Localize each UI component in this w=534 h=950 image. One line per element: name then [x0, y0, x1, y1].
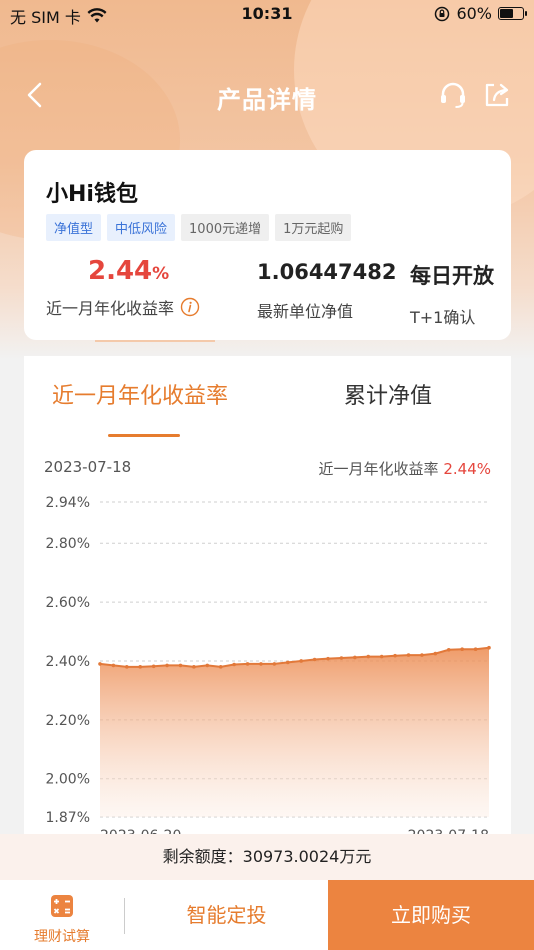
chart-point [366, 654, 371, 659]
tag-risk: 中低风险 [107, 214, 176, 241]
chart-point [125, 665, 129, 669]
chart-point [473, 647, 478, 651]
chart-point [393, 653, 397, 658]
headset-icon[interactable] [438, 80, 468, 110]
chart-point [232, 662, 236, 667]
yield-value: 2.44% [46, 256, 200, 286]
chart-point [312, 657, 317, 662]
chart-area [100, 647, 489, 817]
chart-legend: 近一月年化收益率 2.44% [319, 458, 491, 479]
remaining-quota: 剩余额度：30973.0024万元 [0, 834, 534, 880]
calculator-label: 理财试算 [34, 929, 90, 945]
chart-selected-date: 2023-07-18 [44, 458, 132, 476]
chart-point [353, 655, 357, 660]
chart-point [272, 662, 277, 666]
y-tick-label: 2.40% [46, 654, 90, 670]
chart-point [326, 656, 330, 661]
yield-label: 近一月年化收益率 [46, 295, 200, 319]
product-card: 小Hi钱包 净值型 中低风险 1000元递增 1万元起购 2.44% 近一月年化… [24, 150, 511, 340]
chart-tabs: 近一月年化收益率 累计净值 [24, 378, 511, 437]
open-label: T+1确认 [410, 308, 476, 327]
y-tick-label: 2.94% [46, 495, 90, 511]
chart-point [138, 665, 143, 669]
yield-unit: % [152, 264, 170, 284]
chart-point [487, 645, 491, 650]
tab-cumulative-nav[interactable]: 累计净值 [344, 378, 432, 410]
open-metric: 每日开放 T+1确认 [410, 260, 494, 328]
y-tick-label: 2.20% [46, 713, 90, 729]
auto-invest-button[interactable]: 智能定投 [125, 880, 328, 950]
chart-point [111, 663, 116, 668]
calculator-button[interactable]: 理财试算 [28, 894, 96, 946]
share-icon[interactable] [482, 80, 512, 110]
status-bar: 无 SIM 卡 10:31 60% [0, 0, 534, 28]
yield-label-text: 近一月年化收益率 [46, 299, 175, 318]
yield-number: 2.44 [88, 256, 153, 286]
battery-percent: 60% [456, 4, 492, 23]
y-tick-label: 2.80% [46, 536, 90, 552]
buy-now-button[interactable]: 立即购买 [328, 880, 534, 950]
tab-indicator [108, 434, 180, 437]
bottom-bar: 理财试算 智能定投 立即购买 [0, 880, 534, 950]
chart-point [98, 662, 102, 666]
chart-point [420, 653, 424, 657]
remaining-label: 剩余额度： [162, 847, 243, 866]
open-value: 每日开放 [410, 264, 494, 288]
remaining-value: 30973.0024万元 [242, 847, 372, 866]
tag-minimum: 1万元起购 [275, 214, 352, 241]
battery-icon [498, 7, 527, 20]
info-icon[interactable] [180, 297, 200, 317]
card-underline [95, 340, 215, 342]
status-right: 60% [434, 4, 527, 23]
y-tick-label: 2.60% [46, 595, 90, 611]
legend-value: 2.44% [443, 460, 491, 478]
calculator-icon [51, 895, 73, 917]
chart-point [299, 659, 304, 663]
nav-value: 1.06447482 [257, 260, 397, 284]
chart-point [460, 647, 464, 651]
chart-point [339, 656, 344, 660]
chart-point [245, 662, 250, 666]
battery-fill [500, 9, 513, 18]
orientation-lock-icon [435, 6, 450, 21]
chart-point [259, 662, 263, 666]
tag-type: 净值型 [46, 214, 102, 241]
yield-metric: 2.44% 近一月年化收益率 [46, 256, 200, 319]
chart-point [165, 663, 169, 668]
tab-yield[interactable]: 近一月年化收益率 [52, 378, 228, 410]
chart-point [151, 664, 156, 669]
tag-increment: 1000元递增 [181, 214, 270, 241]
chart-panel: 近一月年化收益率 累计净值 2023-07-18 近一月年化收益率 2.44% … [24, 356, 511, 836]
product-name: 小Hi钱包 [46, 182, 138, 207]
chart-point [178, 663, 183, 668]
chart-point [218, 665, 223, 669]
nav-bar: 产品详情 [0, 70, 534, 120]
y-tick-label: 2.00% [46, 772, 90, 788]
chart-point [433, 651, 438, 656]
nav-label: 最新单位净值 [257, 302, 354, 321]
chart-point [379, 654, 384, 659]
yield-chart[interactable]: 2.94%2.80%2.60%2.40%2.20%2.00%1.87% 2023… [24, 486, 511, 836]
nav-metric: 1.06447482 最新单位净值 [257, 260, 396, 322]
legend-label: 近一月年化收益率 [318, 460, 439, 478]
product-tags: 净值型 中低风险 1000元递增 1万元起购 [46, 214, 352, 241]
chart-point [205, 663, 210, 668]
chart-point [446, 647, 451, 652]
y-tick-label: 1.87% [46, 810, 90, 826]
chart-point [192, 665, 196, 669]
chart-point [406, 653, 411, 657]
chart-point [285, 660, 290, 665]
